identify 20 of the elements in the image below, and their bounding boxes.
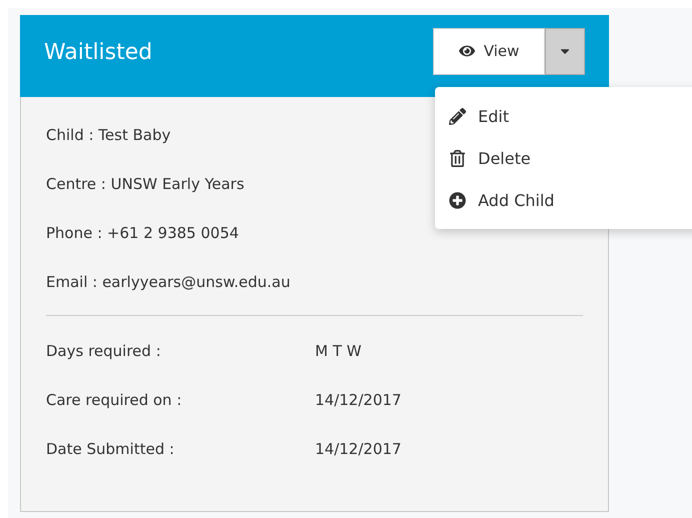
detail-label: Care required on : [46,390,183,408]
contact-line: Email : earlyyears@unsw.edu.au [46,272,290,293]
detail-value: M T W [315,342,362,360]
add-icon [449,192,466,208]
dropdown-toggle[interactable] [545,28,585,74]
eye-icon [458,43,475,59]
trash-icon [449,150,466,166]
detail-value: 14/12/2017 [315,440,402,458]
contact-line: Child : Test Baby [46,125,171,146]
detail-label: Days required : [46,342,162,360]
panel-title: Waitlisted [44,40,152,64]
menu-item[interactable]: Add Child [435,179,692,221]
detail-value: 14/12/2017 [315,390,402,408]
pencil-icon [449,108,466,124]
view-button[interactable]: View [433,28,545,74]
contact-line: Phone : +61 2 9385 0054 [46,223,239,244]
detail-label: Date Submitted : [46,440,176,458]
menu-item[interactable]: Delete [435,137,692,179]
contact-line: Centre : UNSW Early Years [46,174,244,195]
menu-item[interactable]: Edit [435,95,692,137]
